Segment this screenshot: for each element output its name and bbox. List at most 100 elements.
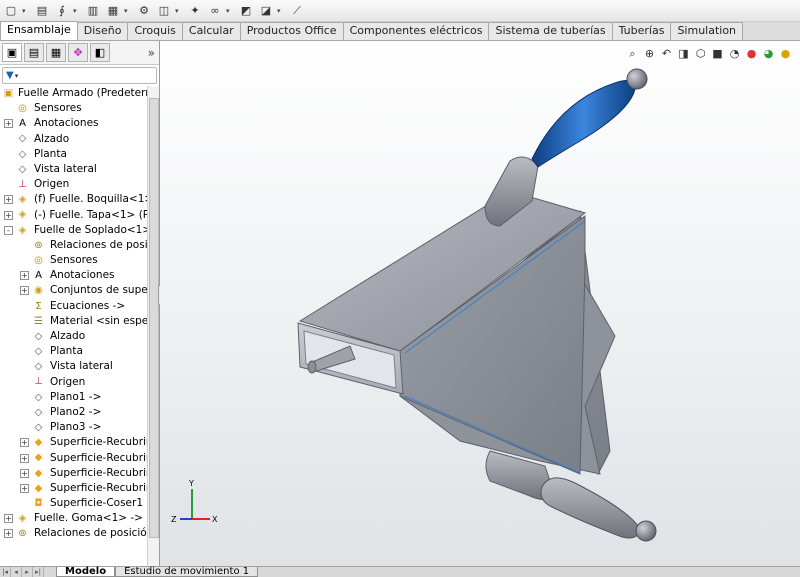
tree-item[interactable]: ◇ Plano1 -> [0, 390, 159, 405]
tree-item[interactable]: ◇ Planta [0, 344, 159, 359]
tree-item[interactable]: + A Anotaciones [0, 268, 159, 283]
tree-item[interactable]: ◇ Planta [0, 147, 159, 162]
tree-item-label: Material <sin especifi [50, 314, 159, 327]
tree-item[interactable]: ◘ Superficie-Coser1 [0, 496, 159, 511]
tree-item[interactable]: ◎ Sensores [0, 101, 159, 116]
display-manager-tab-icon[interactable]: ◧ [90, 43, 110, 62]
open-icon[interactable]: ▤ [33, 2, 51, 20]
expand-icon[interactable]: + [4, 514, 13, 524]
layers-icon[interactable]: ◫ [155, 2, 173, 20]
tree-item[interactable]: ⊚ Relaciones de posició [0, 238, 159, 253]
tree-item[interactable]: ◇ Vista lateral [0, 162, 159, 177]
tree-item[interactable]: Σ Ecuaciones -> [0, 299, 159, 314]
expand-icon[interactable]: + [20, 286, 29, 296]
part-icon: ◈ [18, 194, 27, 206]
expand-icon[interactable]: + [20, 271, 29, 281]
upper-handle-knob [626, 68, 648, 90]
tree-item[interactable]: ☰ Material <sin especifi [0, 314, 159, 329]
tree-item[interactable]: + ⊚ Relaciones de posición [0, 526, 159, 541]
collapse-icon[interactable]: - [4, 225, 13, 235]
tree-item-label: Superficie-Recubrir3 [50, 466, 157, 479]
expand-icon[interactable]: + [4, 529, 13, 539]
tree-item-label: Fuelle. Goma<1> -> (Pre [34, 512, 159, 525]
toolbar-dropdown-icon[interactable]: ▾ [226, 7, 233, 15]
tree-item[interactable]: - ◈ Fuelle de Soplado<1> -> [0, 223, 159, 238]
tab-simulation[interactable]: Simulation [670, 22, 744, 40]
bottom-tab-modelo[interactable]: Modelo [56, 567, 116, 577]
nozzle-tip [307, 360, 317, 374]
first-tab-icon[interactable]: |◂ [0, 567, 11, 577]
tree-item[interactable]: + ◈ (f) Fuelle. Boquilla<1> (P [0, 192, 159, 207]
expand-icon[interactable]: + [20, 438, 29, 448]
tree-item[interactable]: + ◆ Superficie-Recubrir4 [0, 481, 159, 496]
toolbar-dropdown-icon[interactable]: ▾ [277, 7, 284, 15]
configuration-manager-tab-icon[interactable]: ▦ [46, 43, 66, 62]
tree-item[interactable]: ◎ Sensores [0, 253, 159, 268]
prev-tab-icon[interactable]: ◂ [11, 567, 22, 577]
mates-icon: ⊚ [18, 528, 27, 540]
bottom-tab-estudio-de-movimiento-1[interactable]: Estudio de movimiento 1 [115, 567, 259, 577]
expand-icon[interactable]: + [20, 483, 29, 493]
toolbar-dropdown-icon[interactable]: ▾ [124, 7, 131, 15]
tree-item[interactable]: ◇ Plano3 -> [0, 420, 159, 435]
tree-filter-input[interactable]: ▼ ▾ [2, 67, 157, 84]
filter-dropdown-icon[interactable]: ▾ [15, 72, 19, 80]
expand-icon[interactable]: + [4, 119, 13, 129]
tab-componentes-el-ctricos[interactable]: Componentes eléctricos [342, 22, 490, 40]
selection-icon[interactable]: ✦ [186, 2, 204, 20]
print-icon[interactable]: ▦ [104, 2, 122, 20]
tab-calcular[interactable]: Calcular [181, 22, 241, 40]
expand-icon[interactable]: + [20, 453, 29, 463]
options-icon[interactable]: ⚙ [135, 2, 153, 20]
component-icon[interactable]: ◩ [237, 2, 255, 20]
tree-item[interactable]: ◇ Plano2 -> [0, 405, 159, 420]
tree-scrollbar-thumb[interactable] [149, 98, 159, 538]
measure-icon[interactable]: ⟋ [288, 2, 306, 20]
sensor-icon: ◎ [18, 103, 27, 115]
tab-dise-o[interactable]: Diseño [76, 22, 129, 40]
graphics-viewport[interactable]: ⌕ ⊕ ↶ ◨ ⬡ ■ ◔ ● ◕ ● Y X Z [160, 41, 800, 566]
tab-ensamblaje[interactable]: Ensamblaje [0, 21, 78, 40]
origin-icon: ⊥ [34, 376, 43, 388]
feature-tree-tab-icon[interactable]: ▣ [2, 43, 22, 62]
expand-icon[interactable]: + [4, 210, 13, 220]
surface-icon: ◆ [34, 482, 43, 494]
plane-icon: ◇ [18, 163, 27, 175]
more-tabs-icon[interactable]: » [148, 46, 155, 60]
part-icon: ◈ [18, 209, 27, 221]
tree-item[interactable]: ◇ Alzado [0, 329, 159, 344]
tree-item[interactable]: + ◆ Superficie-Recubrir3 [0, 466, 159, 481]
expand-icon[interactable]: + [20, 468, 29, 478]
next-tab-icon[interactable]: ▸ [22, 567, 33, 577]
rebuild-icon[interactable]: ▥ [84, 2, 102, 20]
property-manager-tab-icon[interactable]: ▤ [24, 43, 44, 62]
tree-item-label: Relaciones de posición [34, 527, 154, 540]
toolbar-dropdown-icon[interactable]: ▾ [22, 7, 29, 15]
tab-sistema-de-tuber-as[interactable]: Sistema de tuberías [488, 22, 613, 40]
mirror-icon[interactable]: ◪ [257, 2, 275, 20]
tree-item[interactable]: ◇ Vista lateral [0, 359, 159, 374]
tree-item[interactable]: + ◈ (-) Fuelle. Tapa<1> (Prec [0, 208, 159, 223]
tree-scrollbar[interactable] [147, 86, 159, 566]
tab-productos-office[interactable]: Productos Office [239, 22, 344, 40]
toolbar-dropdown-icon[interactable]: ▾ [175, 7, 182, 15]
glasses-icon[interactable]: ∞ [206, 2, 224, 20]
expand-icon[interactable]: + [4, 195, 13, 205]
tree-item-label: Superficie-Coser1 [50, 497, 143, 510]
tree-item[interactable]: + A Anotaciones [0, 116, 159, 131]
tree-item[interactable]: + ◉ Conjuntos de superfi [0, 283, 159, 298]
tab-croquis[interactable]: Croquis [127, 22, 183, 40]
toolbar-dropdown-icon[interactable]: ▾ [73, 7, 80, 15]
new-icon[interactable]: ▢ [2, 2, 20, 20]
tab-tuber-as[interactable]: Tuberías [611, 22, 672, 40]
tree-item[interactable]: + ◆ Superficie-Recubrir2 [0, 451, 159, 466]
tree-item[interactable]: ⊥ Origen [0, 177, 159, 192]
last-tab-icon[interactable]: ▸| [33, 567, 44, 577]
tree-item[interactable]: ▣ Fuelle Armado (Predetermin [0, 86, 159, 101]
paperclip-icon[interactable]: ∮ [53, 2, 71, 20]
tree-item[interactable]: ◇ Alzado [0, 132, 159, 147]
tree-item[interactable]: ⊥ Origen [0, 375, 159, 390]
dimxpert-tab-icon[interactable]: ✥ [68, 43, 88, 62]
tree-item[interactable]: + ◈ Fuelle. Goma<1> -> (Pre [0, 511, 159, 526]
tree-item[interactable]: + ◆ Superficie-Recubrir1 [0, 435, 159, 450]
